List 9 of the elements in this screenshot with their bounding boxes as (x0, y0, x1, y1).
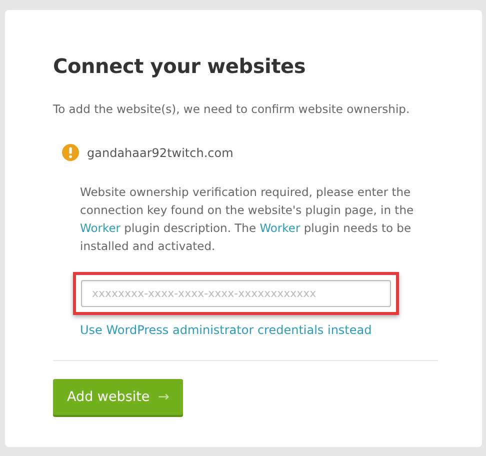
page-title: Connect your websites (53, 54, 307, 78)
verification-notice: Website ownership verification required, please enter the connection key found on the website's plugin page, in the Worker plugin description. The Worker plugin needs to be installed and activated. (80, 184, 415, 255)
plugin-link[interactable]: Worker (260, 221, 300, 235)
plugin-link[interactable]: Worker (80, 221, 121, 235)
add-website-button[interactable]: Add website → (53, 379, 184, 415)
intro-text: To add the website(s), we need to confirm website ownership. (53, 102, 411, 116)
connection-key-field[interactable]: xxxxxxxx-xxxx-xxxx-xxxx-xxxxxxxxxxxx (81, 280, 391, 307)
credentials-link[interactable]: Use WordPress administrator credentials instead (80, 323, 372, 337)
website-domain: gandahaar92twitch.com (87, 146, 234, 160)
